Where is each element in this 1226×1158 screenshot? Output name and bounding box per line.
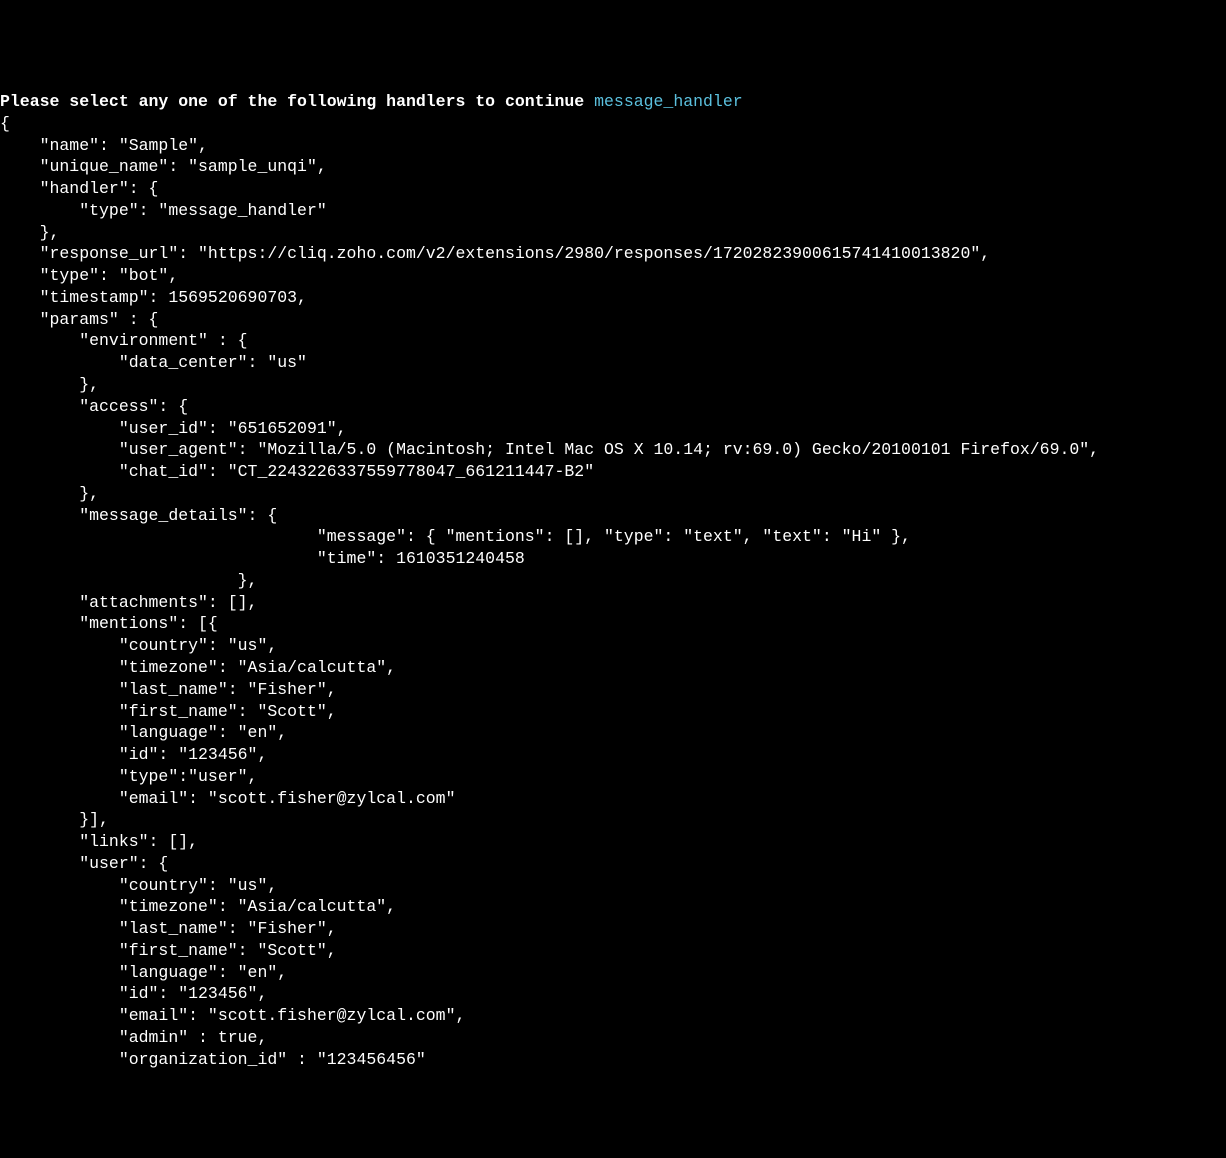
json-dump: { "name": "Sample", "unique_name": "samp… (0, 114, 1099, 1069)
handler-name: message_handler (594, 92, 743, 111)
prompt-text: Please select any one of the following h… (0, 92, 594, 111)
